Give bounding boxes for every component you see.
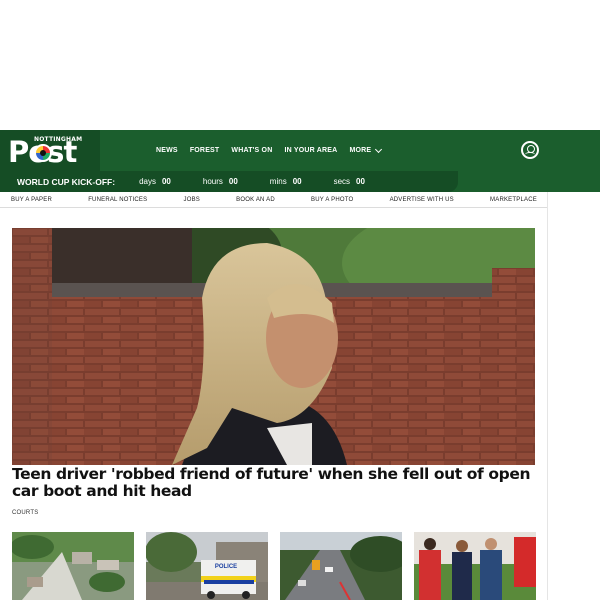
nav-whats-on[interactable]: WHAT'S ON	[231, 147, 272, 154]
site-logo[interactable]: Post NOTTINGHAM	[0, 130, 100, 171]
site-header: Post NOTTINGHAM NEWS FOREST WHAT'S ON IN…	[0, 130, 600, 171]
countdown-mins-value: 00	[292, 177, 302, 186]
lead-story-image[interactable]	[12, 228, 535, 465]
countdown-mins-label: mins	[269, 177, 287, 186]
road-works-image	[280, 532, 402, 600]
van-label: POLICE	[215, 564, 237, 570]
countdown-days-label: days	[139, 177, 156, 186]
football-players-image	[414, 532, 536, 600]
nav-more[interactable]: MORE	[349, 145, 383, 154]
countdown-secs-value: 00	[356, 177, 365, 186]
main-nav: NEWS FOREST WHAT'S ON IN YOUR AREA MORE	[156, 130, 393, 171]
subnav-marketplace[interactable]: MARKETPLACE	[490, 197, 537, 203]
story-thumb-4[interactable]	[414, 532, 536, 600]
countdown: WORLD CUP KICK-OFF: days 00 hours 00 min…	[0, 171, 458, 192]
football-icon	[34, 144, 52, 162]
subnav-buy-a-photo[interactable]: BUY A PHOTO	[311, 197, 353, 203]
subnav-jobs[interactable]: JOBS	[184, 197, 200, 203]
subnav-advertise[interactable]: ADVERTISE WITH US	[390, 197, 454, 203]
subnav-book-an-ad[interactable]: BOOK AN AD	[236, 197, 275, 203]
secondary-nav: BUY A PAPER FUNERAL NOTICES JOBS BOOK AN…	[0, 192, 548, 208]
police-van-image: POLICE	[146, 532, 268, 600]
countdown-hours-value: 00	[228, 177, 238, 186]
subnav-buy-a-paper[interactable]: BUY A PAPER	[11, 197, 52, 203]
countdown-bar: WORLD CUP KICK-OFF: days 00 hours 00 min…	[0, 171, 600, 192]
lead-photo	[12, 228, 535, 465]
chevron-down-icon	[375, 145, 383, 153]
nav-more-label: MORE	[349, 147, 372, 154]
countdown-title: WORLD CUP KICK-OFF:	[17, 176, 116, 187]
nav-news[interactable]: NEWS	[156, 147, 178, 154]
subnav-funeral-notices[interactable]: FUNERAL NOTICES	[88, 197, 147, 203]
story-thumb-1[interactable]	[12, 532, 134, 600]
lead-headline[interactable]: Teen driver 'robbed friend of future' wh…	[12, 466, 537, 500]
aerial-estate-image	[12, 532, 134, 600]
story-thumb-2[interactable]: POLICE	[146, 532, 268, 600]
logo-city: NOTTINGHAM	[34, 136, 83, 143]
countdown-days-value: 00	[161, 177, 171, 186]
account-icon[interactable]	[521, 141, 539, 159]
countdown-hours-label: hours	[202, 177, 223, 186]
content-divider	[547, 192, 548, 600]
nav-in-your-area[interactable]: IN YOUR AREA	[284, 147, 337, 154]
blank-area	[0, 0, 600, 130]
nav-forest[interactable]: FOREST	[190, 147, 220, 154]
story-thumb-3[interactable]	[280, 532, 402, 600]
countdown-secs-label: secs	[333, 177, 351, 186]
lead-category-tag[interactable]: COURTS	[12, 510, 38, 516]
